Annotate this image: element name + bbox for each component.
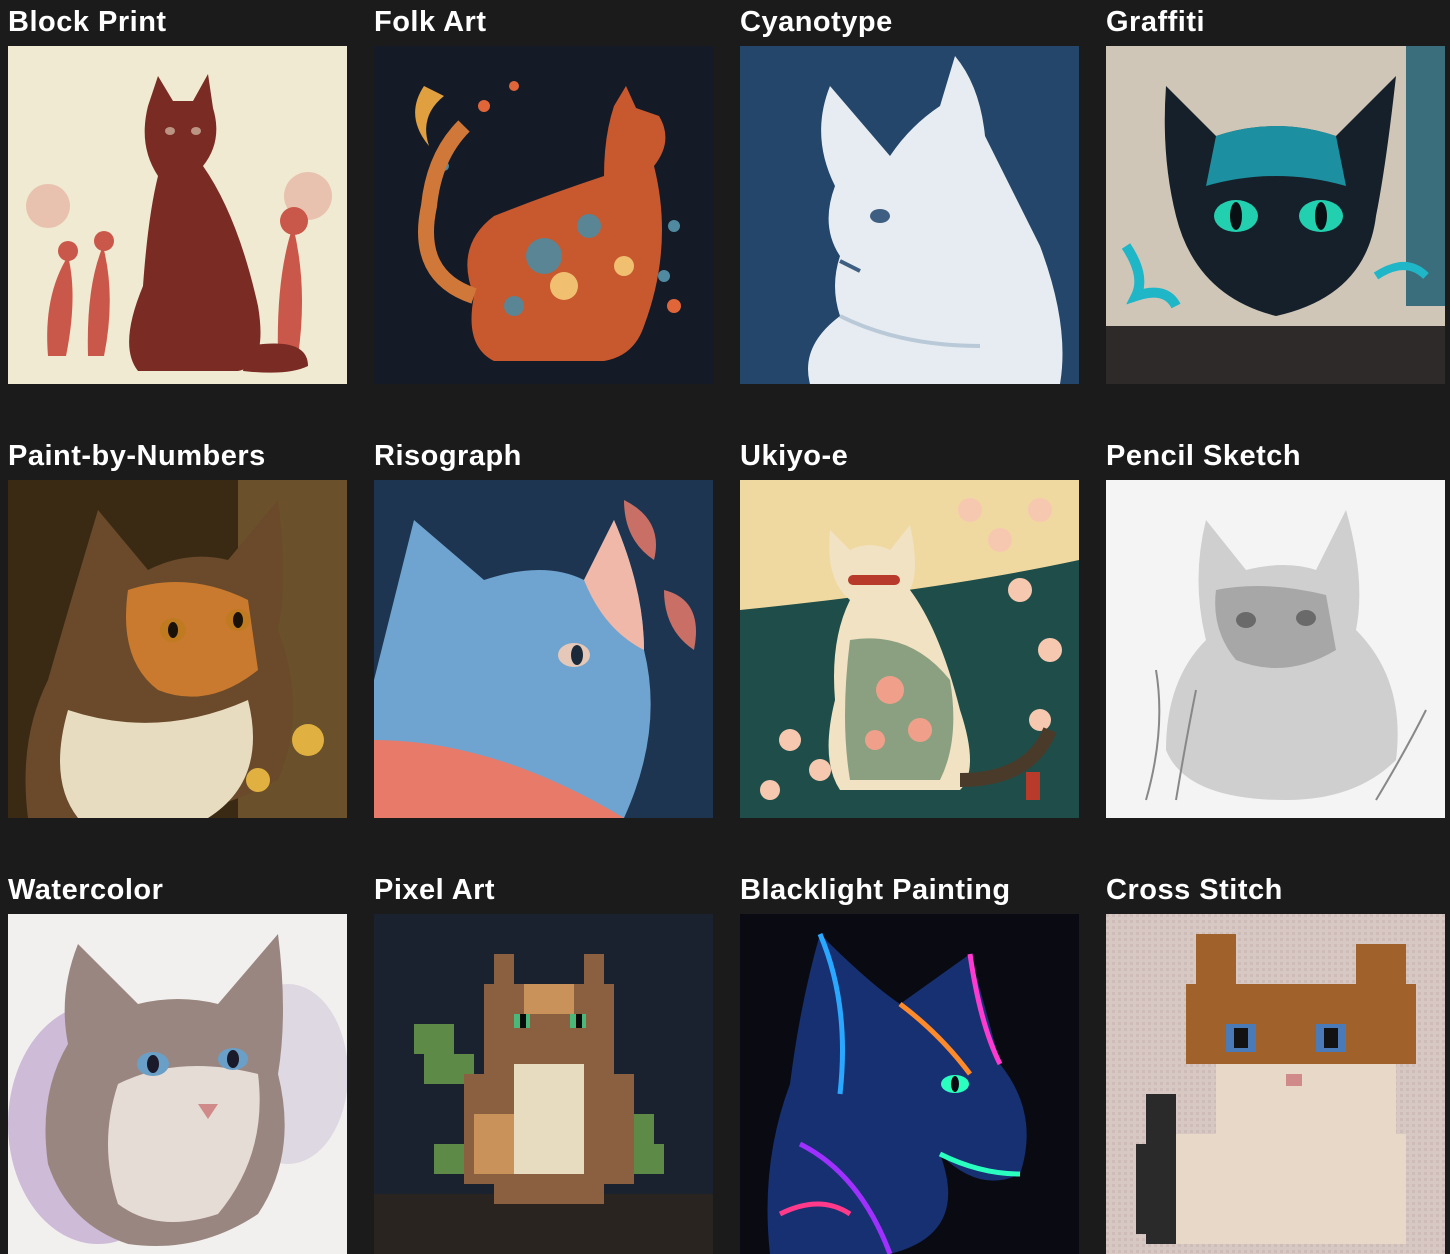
- style-label: Blacklight Painting: [740, 874, 1011, 906]
- style-label: Watercolor: [8, 874, 164, 906]
- gallery-item[interactable]: Graffiti: [1106, 0, 1445, 434]
- folk-art-cat-image[interactable]: [374, 46, 713, 384]
- pixel-art-cat-image[interactable]: [374, 914, 713, 1254]
- gallery-item[interactable]: Paint-by-Numbers: [8, 434, 347, 868]
- gallery-item[interactable]: Pixel Art: [374, 868, 713, 1254]
- style-label: Pixel Art: [374, 874, 496, 906]
- cyanotype-cat-image[interactable]: [740, 46, 1079, 384]
- gallery-item[interactable]: Cyanotype: [740, 0, 1079, 434]
- style-gallery: Block Print Folk Art Cyanotype Graffiti …: [8, 0, 1445, 1254]
- graffiti-cat-image[interactable]: [1106, 46, 1445, 384]
- paint-by-numbers-cat-image[interactable]: [8, 480, 347, 818]
- style-label: Ukiyo-e: [740, 440, 849, 472]
- style-label: Graffiti: [1106, 6, 1206, 38]
- ukiyo-e-cat-image[interactable]: [740, 480, 1079, 818]
- style-label: Pencil Sketch: [1106, 440, 1302, 472]
- gallery-item[interactable]: Watercolor: [8, 868, 347, 1254]
- gallery-item[interactable]: Risograph: [374, 434, 713, 868]
- gallery-item[interactable]: Blacklight Painting: [740, 868, 1079, 1254]
- gallery-item[interactable]: Block Print: [8, 0, 347, 434]
- cross-stitch-cat-image[interactable]: [1106, 914, 1445, 1254]
- style-label: Paint-by-Numbers: [8, 440, 266, 472]
- gallery-item[interactable]: Pencil Sketch: [1106, 434, 1445, 868]
- pencil-sketch-cat-image[interactable]: [1106, 480, 1445, 818]
- style-label: Risograph: [374, 440, 522, 472]
- gallery-item[interactable]: Cross Stitch: [1106, 868, 1445, 1254]
- watercolor-cat-image[interactable]: [8, 914, 347, 1254]
- style-label: Cyanotype: [740, 6, 893, 38]
- risograph-cat-image[interactable]: [374, 480, 713, 818]
- gallery-item[interactable]: Ukiyo-e: [740, 434, 1079, 868]
- gallery-item[interactable]: Folk Art: [374, 0, 713, 434]
- style-label: Block Print: [8, 6, 167, 38]
- blacklight-cat-image[interactable]: [740, 914, 1079, 1254]
- style-label: Folk Art: [374, 6, 487, 38]
- block-print-cat-image[interactable]: [8, 46, 347, 384]
- style-label: Cross Stitch: [1106, 874, 1283, 906]
